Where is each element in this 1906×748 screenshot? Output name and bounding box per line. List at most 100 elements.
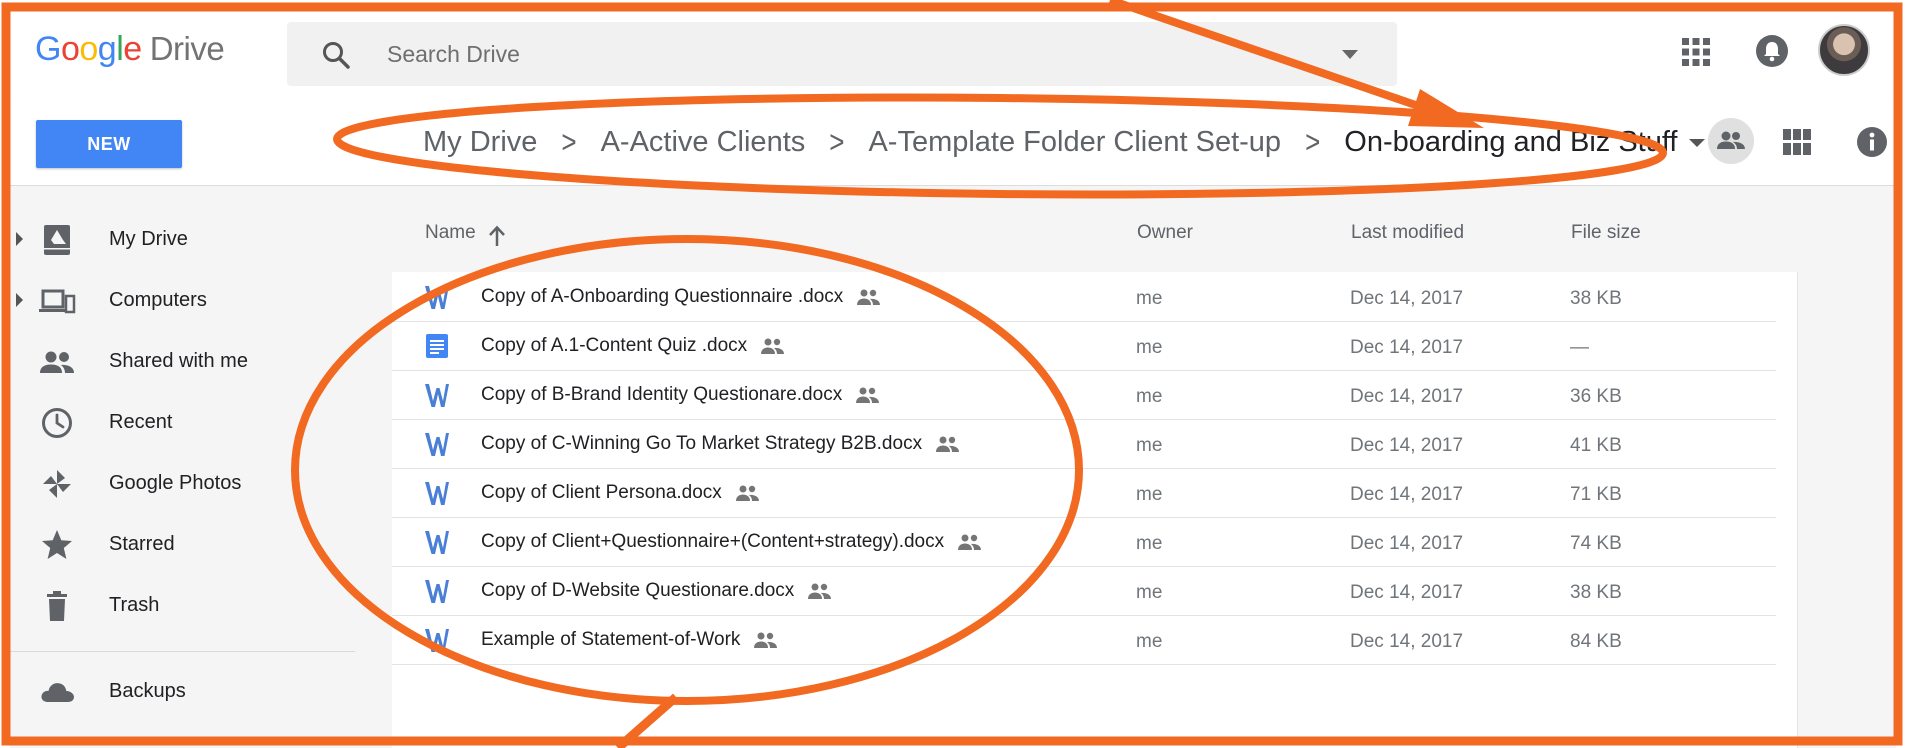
file-size: 84 KB xyxy=(1570,631,1622,652)
sort-ascending-arrow-icon[interactable] xyxy=(486,224,508,248)
file-owner: me xyxy=(1136,533,1163,554)
expand-arrow-icon[interactable] xyxy=(16,293,23,307)
notifications-bell-icon[interactable] xyxy=(1755,34,1789,68)
file-size: 41 KB xyxy=(1570,435,1622,456)
shared-people-icon xyxy=(40,351,74,373)
file-last-modified: Dec 14, 2017 xyxy=(1350,582,1464,603)
sidebar-item-starred[interactable]: Starred xyxy=(10,521,355,569)
column-header-file-size[interactable]: File size xyxy=(1571,222,1641,244)
search-options-chevron-down-icon[interactable] xyxy=(1342,50,1358,59)
file-row[interactable]: Copy of Client Persona.docx me Dec 14, 2… xyxy=(392,469,1776,518)
sidebar-item-google-photos[interactable]: Google Photos xyxy=(10,460,355,508)
google-doc-icon xyxy=(426,334,448,358)
sidebar-item-label: Backups xyxy=(109,680,186,702)
breadcrumb-separator: > xyxy=(561,123,577,160)
file-last-modified: Dec 14, 2017 xyxy=(1350,435,1464,456)
sidebar-item-label: My Drive xyxy=(109,228,188,250)
file-name[interactable]: Copy of Client+Questionnaire+(Content+st… xyxy=(481,531,982,553)
sidebar-item-recent[interactable]: Recent xyxy=(10,399,355,447)
sidebar-item-label: Recent xyxy=(109,411,173,433)
shared-people-icon xyxy=(808,583,832,599)
word-doc-icon xyxy=(425,286,449,309)
file-owner: me xyxy=(1136,386,1163,407)
sidebar-item-label: Shared with me xyxy=(109,350,248,372)
search-box[interactable] xyxy=(287,22,1397,86)
file-row[interactable]: Example of Statement-of-Work me Dec 14, … xyxy=(392,616,1776,665)
file-size: — xyxy=(1570,337,1589,358)
sidebar-item-computers[interactable]: Computers xyxy=(10,277,355,325)
file-size: 74 KB xyxy=(1570,533,1622,554)
word-doc-icon xyxy=(425,580,449,603)
clock-icon xyxy=(42,408,72,438)
toolbar: NEW My Drive > A-Active Clients > A-Temp… xyxy=(10,100,1896,186)
file-last-modified: Dec 14, 2017 xyxy=(1350,337,1464,358)
pinwheel-icon xyxy=(43,470,71,498)
file-owner: me xyxy=(1136,484,1163,505)
sidebar-item-trash[interactable]: Trash xyxy=(10,582,355,630)
sidebar-divider xyxy=(10,651,355,652)
file-name[interactable]: Copy of D-Website Questionare.docx xyxy=(481,580,832,602)
breadcrumb-separator: > xyxy=(1305,123,1321,160)
file-row[interactable]: Copy of A.1-Content Quiz .docx me Dec 14… xyxy=(392,322,1776,371)
file-name[interactable]: Copy of Client Persona.docx xyxy=(481,482,760,504)
file-row[interactable]: Copy of B-Brand Identity Questionare.doc… xyxy=(392,371,1776,420)
file-owner: me xyxy=(1136,288,1163,309)
column-header-last-modified[interactable]: Last modified xyxy=(1351,222,1464,244)
grid-view-icon[interactable] xyxy=(1783,129,1811,155)
file-owner: me xyxy=(1136,631,1163,652)
search-input[interactable] xyxy=(387,32,1287,76)
file-owner: me xyxy=(1136,582,1163,603)
shared-people-icon xyxy=(754,632,778,648)
shared-people-icon xyxy=(761,338,785,354)
file-row[interactable]: Copy of Client+Questionnaire+(Content+st… xyxy=(392,518,1776,567)
sidebar-item-my-drive[interactable]: My Drive xyxy=(10,216,355,264)
sidebar: My Drive Computers Shared with me Recent… xyxy=(10,186,355,748)
expand-arrow-icon[interactable] xyxy=(16,232,23,246)
breadcrumb-a-template-folder[interactable]: A-Template Folder Client Set-up xyxy=(868,126,1281,159)
share-people-icon[interactable] xyxy=(1708,118,1754,164)
file-row[interactable]: Copy of C-Winning Go To Market Strategy … xyxy=(392,420,1776,469)
my-drive-icon xyxy=(44,225,70,255)
google-drive-logo[interactable]: Google Drive xyxy=(35,30,225,69)
breadcrumb-my-drive[interactable]: My Drive xyxy=(423,126,537,159)
file-row[interactable]: Copy of D-Website Questionare.docx me De… xyxy=(392,567,1776,616)
file-size: 38 KB xyxy=(1570,582,1622,603)
word-doc-icon xyxy=(425,482,449,505)
file-owner: me xyxy=(1136,337,1163,358)
search-icon[interactable] xyxy=(321,40,351,70)
file-size: 71 KB xyxy=(1570,484,1622,505)
shared-people-icon xyxy=(735,485,759,501)
file-owner: me xyxy=(1136,435,1163,456)
file-last-modified: Dec 14, 2017 xyxy=(1350,386,1464,407)
star-icon xyxy=(42,530,72,559)
drive-wordmark: Drive xyxy=(149,30,225,67)
file-name[interactable]: Copy of B-Brand Identity Questionare.doc… xyxy=(481,384,880,406)
file-row[interactable]: Copy of A-Onboarding Questionnaire .docx… xyxy=(392,273,1776,322)
file-last-modified: Dec 14, 2017 xyxy=(1350,484,1464,505)
shared-people-icon xyxy=(856,387,880,403)
drive-window: GoogleDrive NEW My Drive xyxy=(0,0,1906,748)
column-header-owner[interactable]: Owner xyxy=(1137,222,1193,244)
file-last-modified: Dec 14, 2017 xyxy=(1350,533,1464,554)
word-doc-icon xyxy=(425,384,449,407)
info-icon[interactable] xyxy=(1856,126,1888,158)
new-button[interactable]: NEW xyxy=(36,120,182,168)
computers-icon xyxy=(39,289,76,314)
breadcrumb-separator: > xyxy=(829,123,845,160)
file-name[interactable]: Copy of A-Onboarding Questionnaire .docx xyxy=(481,286,881,308)
breadcrumb-a-active-clients[interactable]: A-Active Clients xyxy=(601,126,806,159)
column-header-name[interactable]: Name xyxy=(425,222,476,244)
shared-people-icon xyxy=(958,534,982,550)
file-name[interactable]: Copy of A.1-Content Quiz .docx xyxy=(481,335,785,357)
sidebar-item-shared-with-me[interactable]: Shared with me xyxy=(10,338,355,386)
top-header: Google Drive xyxy=(10,12,1896,100)
account-avatar[interactable] xyxy=(1818,24,1870,76)
file-name[interactable]: Copy of C-Winning Go To Market Strategy … xyxy=(481,433,960,455)
folder-menu-chevron-down-icon[interactable] xyxy=(1689,139,1706,147)
apps-grid-icon[interactable] xyxy=(1680,36,1712,68)
file-name[interactable]: Example of Statement-of-Work xyxy=(481,629,778,651)
cloud-icon xyxy=(41,683,74,702)
shared-people-icon xyxy=(857,289,881,305)
breadcrumb-current-folder[interactable]: On-boarding and Biz Stuff xyxy=(1344,126,1677,159)
sidebar-item-backups[interactable]: Backups xyxy=(10,668,355,716)
